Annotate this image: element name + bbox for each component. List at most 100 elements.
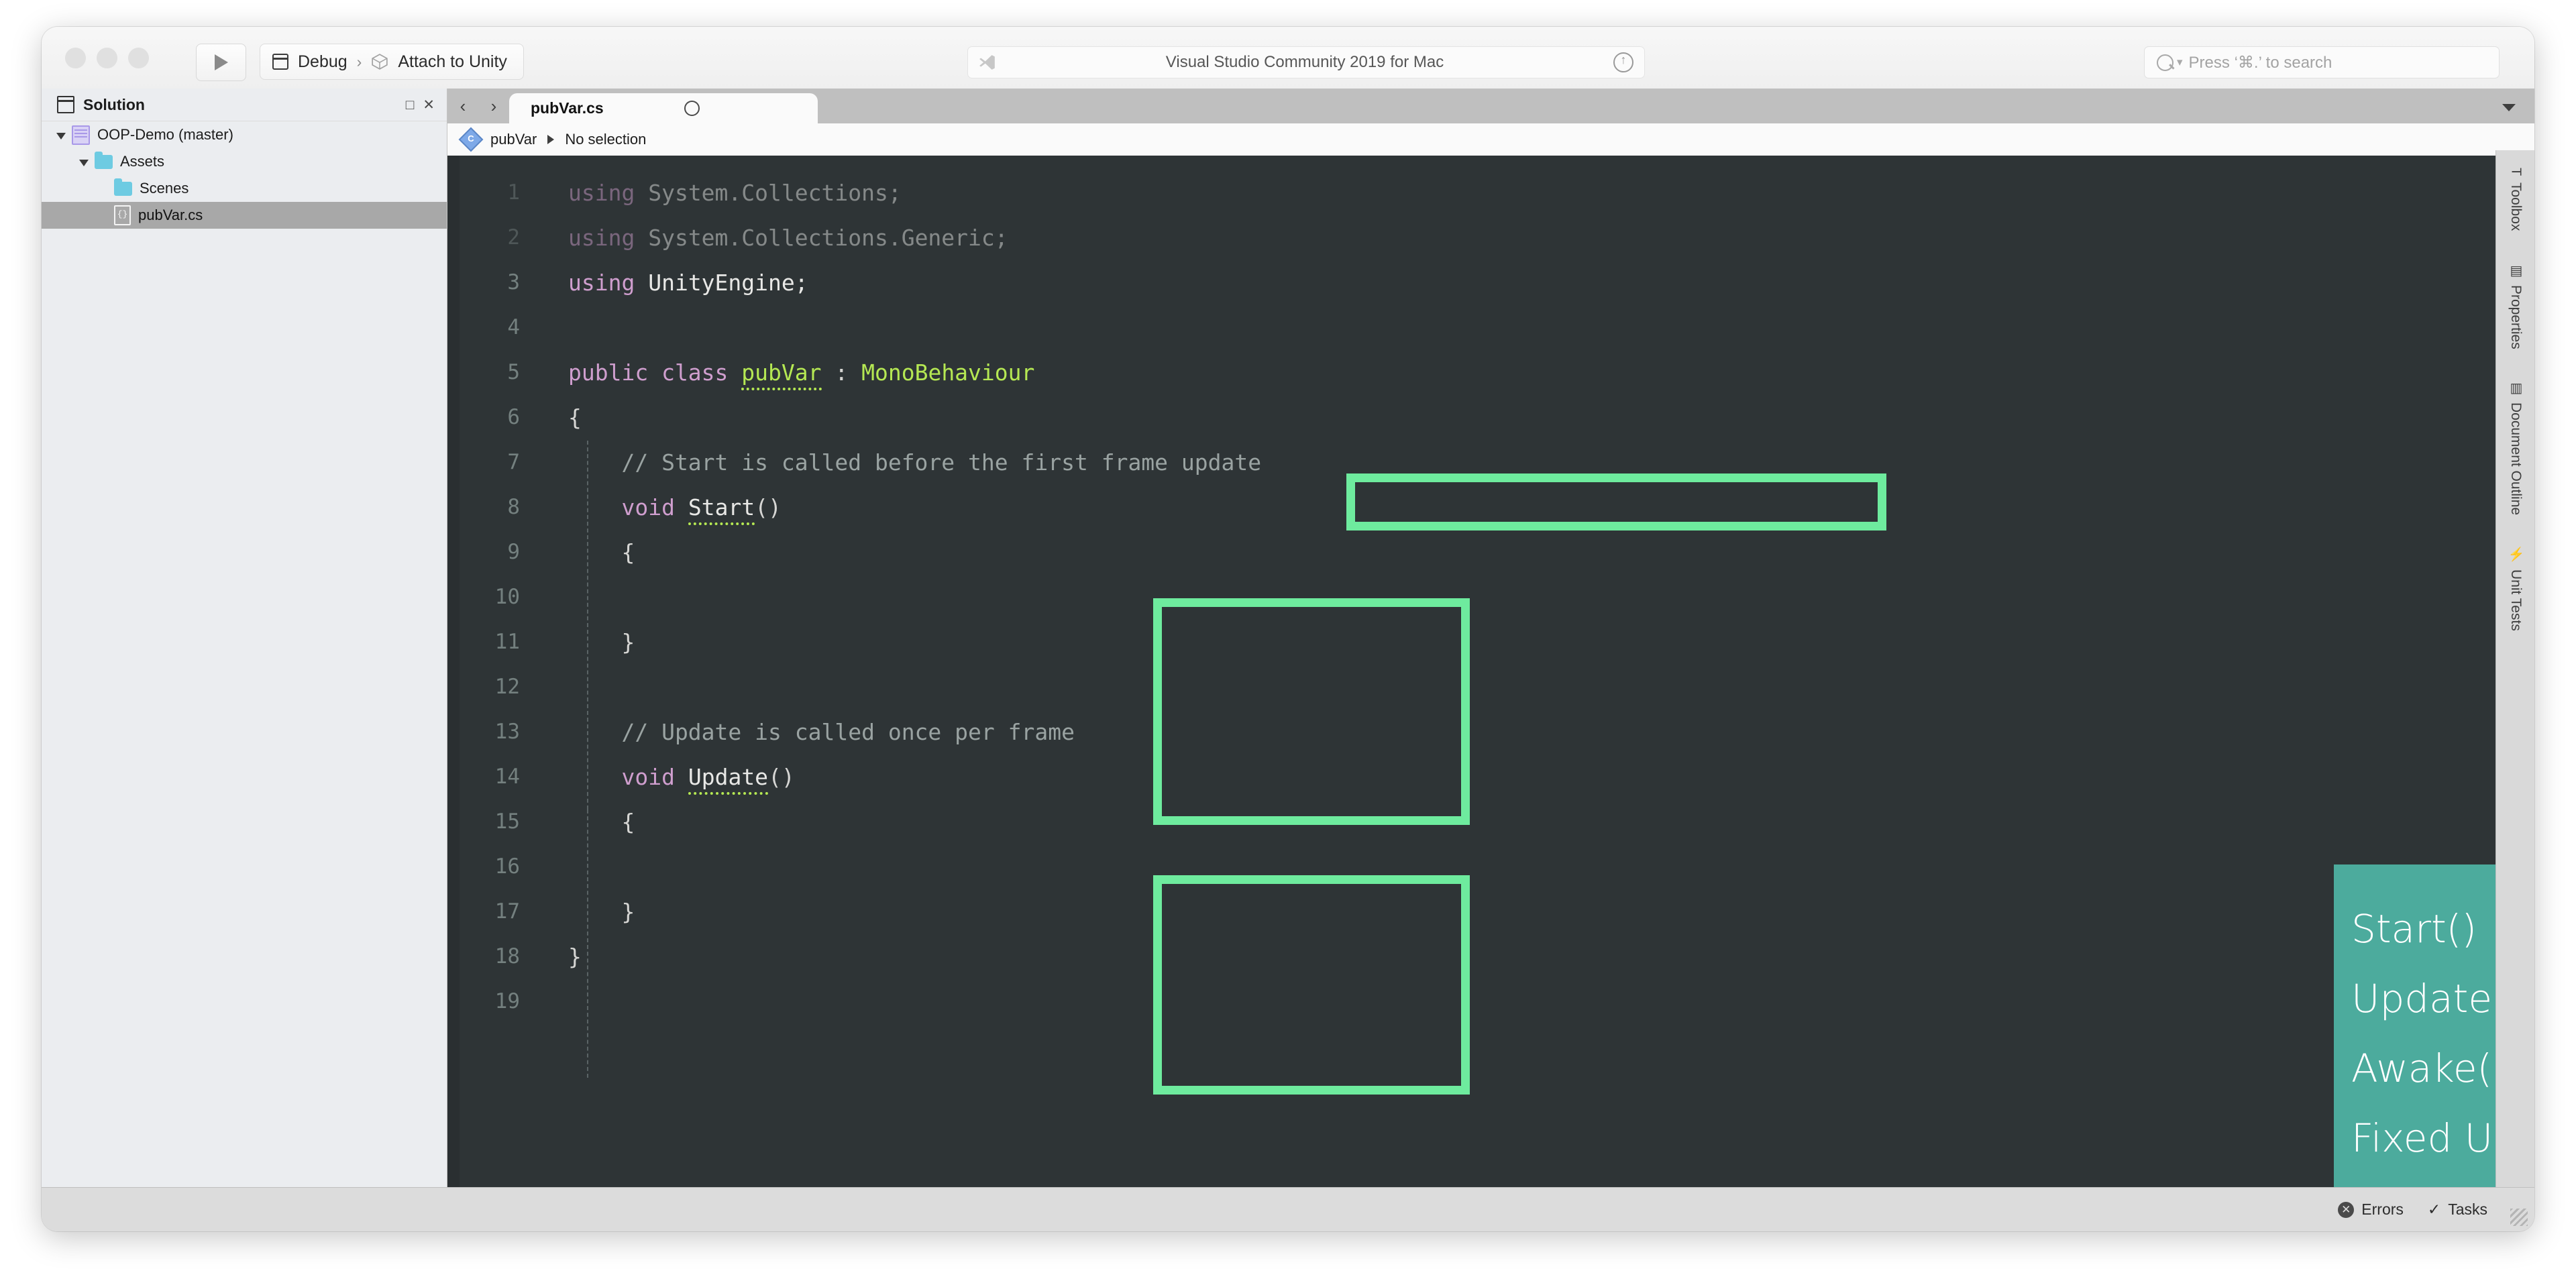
breadcrumb-class[interactable]: pubVar (490, 131, 537, 148)
application-window: Debug › Attach to Unity Visual Studio Co… (42, 27, 2534, 1231)
status-bar: ✕ Errors ✓ Tasks (42, 1187, 2534, 1231)
line-number: 13 (494, 720, 520, 744)
tree-item-assets[interactable]: Assets (42, 148, 447, 175)
line-number: 2 (507, 225, 520, 249)
breadcrumb-member[interactable]: No selection (565, 131, 646, 148)
chevron-down-icon[interactable] (2502, 104, 2516, 111)
solution-pad-title: Solution (83, 95, 145, 113)
line-number: 5 (507, 360, 520, 384)
error-icon: ✕ (2338, 1201, 2355, 1218)
breadcrumb: C pubVar No selection (447, 123, 2534, 156)
tool-tab-document-outline[interactable]: ▥ Document Outline (2496, 380, 2534, 515)
code-token: Update (688, 764, 769, 795)
line-number: 3 (507, 270, 520, 294)
code-token: } (568, 899, 635, 925)
tab-label: pubVar.cs (531, 99, 604, 117)
solution-tree: OOP-Demo (master) Assets Scenes {} pubVar.cs (42, 121, 447, 229)
run-button[interactable] (196, 44, 246, 81)
navigate-forward-button[interactable]: › (478, 89, 509, 123)
check-icon: ✓ (2427, 1200, 2441, 1218)
code-token: // Start is called before the first fram… (568, 449, 1262, 476)
code-token: { (568, 809, 635, 835)
close-window-button[interactable] (65, 48, 86, 68)
project-icon (72, 125, 90, 145)
solution-pad-header: Solution □ ✕ (42, 89, 447, 121)
target-label: Attach to Unity (398, 52, 507, 71)
tool-tab-toolbox[interactable]: T Toolbox (2496, 168, 2534, 231)
line-number: 16 (494, 854, 520, 879)
configuration-label: Debug (298, 52, 347, 71)
config-separator: › (356, 52, 362, 70)
tool-tab-icon: T (2508, 168, 2524, 176)
solution-pad: Solution □ ✕ OOP-Demo (master) Assets Scen… (42, 89, 447, 1214)
line-number: 12 (494, 675, 520, 699)
code-token: void (621, 764, 675, 790)
tree-item-scenes[interactable]: Scenes (42, 175, 447, 202)
disclosure-open-icon[interactable] (56, 132, 66, 139)
class-icon-letter: C (468, 133, 474, 144)
visual-studio-logo-icon (979, 55, 995, 70)
line-content: { (568, 799, 635, 844)
tab-pubvar-cs[interactable]: pubVar.cs (509, 93, 818, 123)
line-number: 7 (507, 450, 520, 474)
errors-status-button[interactable]: ✕ Errors (2338, 1200, 2404, 1219)
run-configuration-selector[interactable]: Debug › Attach to Unity (260, 44, 524, 80)
right-tool-strip: T Toolbox ▤ Properties ▥ Document Outline ⚡ Uni… (2496, 150, 2534, 1231)
close-pad-button[interactable]: ✕ (423, 98, 435, 112)
minimize-window-button[interactable] (97, 48, 117, 68)
tasks-status-button[interactable]: ✓ Tasks (2428, 1200, 2487, 1219)
code-editor[interactable]: 1 using System.Collections; 2 using System.… (447, 156, 2534, 1214)
code-token: } (568, 944, 582, 970)
notification-icon[interactable] (1613, 51, 1633, 72)
line-content: using System.Collections; (568, 170, 902, 215)
code-token: using (568, 225, 635, 251)
line-number: 18 (494, 944, 520, 968)
code-token: pubVar (741, 359, 822, 390)
zoom-window-button[interactable] (128, 48, 149, 68)
folder-icon (95, 151, 113, 169)
search-input[interactable]: ▾ Press ‘⌘.’ to search (2144, 46, 2500, 78)
tasks-label: Tasks (2448, 1200, 2487, 1218)
tool-tab-icon: ▥ (2508, 380, 2523, 396)
tool-tab-label: Unit Tests (2508, 569, 2524, 631)
solution-icon (57, 96, 74, 113)
search-placeholder: Press ‘⌘.’ to search (2188, 53, 2332, 72)
code-token: () (755, 494, 782, 520)
line-content: void Update() (568, 755, 795, 799)
line-number: 8 (507, 495, 520, 519)
play-icon (215, 54, 228, 70)
line-content: } (568, 620, 635, 665)
line-content: void Start() (568, 485, 782, 530)
tree-item-label: Assets (120, 153, 165, 170)
code-token: void (621, 494, 675, 520)
editor-column: ‹ › pubVar.cs C pubVar No selection 1 us… (447, 89, 2534, 1214)
code-token: System.Collections.Generic; (635, 225, 1008, 251)
tool-tab-properties[interactable]: ▤ Properties (2496, 262, 2534, 349)
code-token: { (568, 404, 582, 431)
code-token: System.Collections; (635, 180, 902, 206)
line-number: 10 (494, 585, 520, 609)
class-declaration-highlight (1346, 473, 1886, 530)
breadcrumb-separator-icon (547, 135, 555, 144)
line-content: public class pubVar : MonoBehaviour (568, 350, 1034, 395)
tree-item-oop-demo-master[interactable]: OOP-Demo (master) (42, 121, 447, 148)
resize-grip[interactable] (2510, 1209, 2528, 1226)
tree-item-label: OOP-Demo (master) (97, 126, 233, 143)
line-number: 6 (507, 405, 520, 429)
line-number: 4 (507, 315, 520, 339)
code-token: using (568, 270, 635, 296)
search-icon (2157, 54, 2174, 71)
disclosure-open-icon[interactable] (79, 159, 89, 166)
folder-icon (114, 178, 132, 196)
close-tab-icon[interactable] (684, 101, 700, 116)
navigate-back-button[interactable]: ‹ (447, 89, 478, 123)
tree-item-pubvar-cs[interactable]: {} pubVar.cs (42, 202, 447, 229)
line-content: { (568, 530, 635, 575)
class-icon: C (458, 127, 484, 152)
dock-pad-button[interactable]: □ (406, 98, 415, 112)
line-content: using System.Collections.Generic; (568, 215, 1008, 260)
tool-tab-unit-tests[interactable]: ⚡ Unit Tests (2496, 546, 2534, 630)
